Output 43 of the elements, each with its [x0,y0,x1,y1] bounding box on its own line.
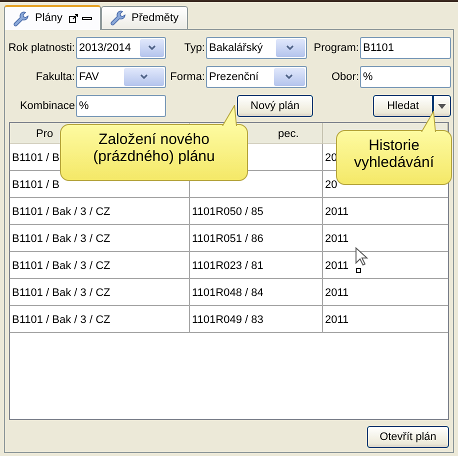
tooltip: Historie vyhledávání [336,130,452,185]
input-field[interactable]: % [360,66,451,88]
table-cell: B1101 / Bak / 3 / CZ [10,225,190,252]
field-label: Fakulta: [34,70,76,85]
wrench-icon [13,10,29,26]
field-label: Forma: [169,70,206,85]
input-field[interactable]: % [76,95,166,117]
dropdown[interactable]: Bakalářský [206,37,307,59]
dropdown-button[interactable] [433,95,451,117]
tooltip-pointer [222,105,237,126]
dropdown[interactable]: Prezenční [206,66,307,88]
table-cell: 1101R023 / 81 [190,252,323,279]
maximize-icon[interactable] [68,14,78,23]
field-label: Obor: [330,70,360,85]
minimize-icon[interactable] [82,17,92,20]
caret-icon [438,104,446,108]
tooltip: Založení nového (prázdného) plánu [60,124,248,181]
new-plan-button[interactable]: Nový plán [237,95,313,117]
table-cell: 1101R048 / 84 [190,279,323,306]
input-field[interactable]: B1101 [360,37,451,59]
tab[interactable]: Plány [4,5,101,30]
field-label: Kombinace [18,98,76,114]
tooltip-pointer [421,111,436,132]
dropdown[interactable]: 2013/2014 [76,37,166,59]
open-plan-button[interactable]: Otevřít plán [367,426,449,448]
table-cell: 1101R051 / 86 [190,225,323,252]
field-label: Program: [312,40,360,56]
dropdown[interactable]: FAV [76,66,166,88]
table-cell: 1101R049 / 83 [190,306,323,333]
field-label: Rok platnosti: [7,40,76,56]
table-cell: B1101 / Bak / 3 / CZ [10,279,190,306]
table-cell: 1101R050 / 85 [190,198,323,225]
table-cell: 2011 [323,306,448,333]
tab[interactable]: Předměty [100,6,188,29]
search-button[interactable]: Hledat [373,95,433,117]
cursor-icon [355,247,371,273]
field-label: Typ: [183,40,206,56]
table-cell: 2011 [323,198,448,225]
table-cell: B1101 / Bak / 3 / CZ [10,252,190,279]
table-cell: B1101 / Bak / 3 / CZ [10,306,190,333]
table-cell: B1101 / Bak / 3 / CZ [10,198,190,225]
table-cell: 2011 [323,279,448,306]
wrench-icon [110,10,126,26]
